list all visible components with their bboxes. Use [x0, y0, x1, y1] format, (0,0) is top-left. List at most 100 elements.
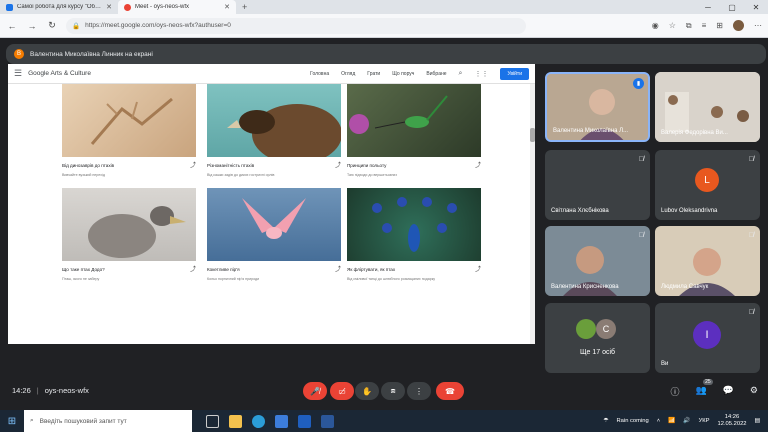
share-icon[interactable]: ⤴: [335, 264, 341, 273]
presentation-banner: В Валентина Миколаївна Линник на екрані: [6, 44, 766, 64]
windows-taskbar: ⊞ ⌕ Введіть пошуковий запит тут ☂ Rain c…: [0, 410, 768, 432]
weather-icon[interactable]: ☂: [603, 418, 608, 424]
share-icon[interactable]: ⤴: [190, 160, 196, 169]
menu-icon[interactable]: ☰: [14, 68, 22, 79]
participant-tile[interactable]: 🎙̸ L Lubov Oleksandrivna: [655, 150, 760, 220]
clock[interactable]: 14:26 12.05.2022: [718, 414, 747, 428]
meeting-info: 14:26 | oys-neos-wfx: [12, 386, 89, 395]
story-card[interactable]: Принципи польоту Таю підходи до вершитьо…: [347, 84, 481, 177]
favorites-bar-icon[interactable]: ≡: [702, 21, 707, 30]
notifications-icon[interactable]: ▤: [755, 418, 760, 424]
task-view-icon[interactable]: [206, 414, 219, 428]
login-button[interactable]: Увійти: [500, 67, 529, 80]
scrollbar-thumb[interactable]: [530, 128, 535, 142]
raise-hand-button[interactable]: ✋: [355, 382, 379, 400]
nav-item[interactable]: Головна: [310, 71, 329, 77]
edge-icon[interactable]: [252, 414, 265, 428]
participant-name: Валентина Миколаївна Л...: [553, 128, 629, 134]
tray-arrow-icon[interactable]: ˄: [657, 418, 660, 424]
taskbar-search[interactable]: ⌕ Введіть пошуковий запит тут: [24, 410, 192, 432]
camera-icon[interactable]: ◉: [652, 21, 659, 30]
participant-name: Lubov Oleksandrivna: [661, 208, 718, 214]
nav-item[interactable]: Що поруч: [392, 71, 414, 77]
back-icon[interactable]: ←: [6, 21, 18, 31]
share-icon[interactable]: ⤴: [335, 160, 341, 169]
maximize-icon[interactable]: ▢: [720, 0, 744, 14]
card-title: Принципи польоту: [347, 163, 387, 168]
participant-name: Ви: [661, 361, 669, 367]
explorer-icon[interactable]: [229, 414, 242, 428]
story-card[interactable]: Що таке птах Додо? Пташ, якого не заберу…: [62, 188, 196, 281]
start-icon[interactable]: ⊞: [0, 416, 24, 427]
profile-avatar[interactable]: [733, 20, 744, 31]
leave-call-button[interactable]: ☎: [436, 382, 464, 400]
tab-title: Meet - oys-neos-wfx: [135, 4, 190, 10]
network-icon[interactable]: 📶: [668, 418, 675, 424]
story-card[interactable]: Від динозаврів до птахів Вивчайте вузьки…: [62, 84, 196, 177]
participant-tile[interactable]: 🎙̸ Людмила Савчук: [655, 226, 760, 296]
close-tab-icon[interactable]: ✕: [106, 3, 112, 11]
store-icon[interactable]: [275, 414, 288, 428]
mic-toggle-button[interactable]: 🎤̸: [303, 382, 327, 400]
volume-icon[interactable]: 🔊: [683, 418, 690, 424]
participant-tile[interactable]: 🎙̸ Валентина Крисненкова: [545, 226, 650, 296]
site-nav: Головна Огляд Грати Що поруч Вибране ⌕ ⋮…: [310, 67, 529, 80]
share-icon[interactable]: ⤴: [475, 160, 481, 169]
forward-icon[interactable]: →: [26, 21, 38, 31]
participant-name: Світлана Хлєбнікова: [551, 208, 609, 214]
share-icon[interactable]: ⤴: [475, 264, 481, 273]
window-controls: ─ ▢ ✕: [696, 0, 768, 14]
language-indicator[interactable]: УКР: [699, 418, 710, 424]
chat-icon[interactable]: 💬: [723, 385, 734, 398]
search-icon[interactable]: ⌕: [459, 70, 463, 78]
card-image-fossil: [62, 84, 196, 157]
card-subtitle: Пташ, якого не заберу: [62, 277, 100, 281]
card-subtitle: Таю підходи до вершитьозних: [347, 173, 398, 177]
tab-meet[interactable]: Meet - oys-neos-wfx ✕: [118, 0, 236, 14]
favorite-icon[interactable]: ☆: [669, 21, 676, 30]
close-tab-icon[interactable]: ✕: [224, 3, 230, 11]
extensions-icon[interactable]: ⧉: [686, 21, 692, 31]
more-participants-tile[interactable]: C Ще 17 осіб: [545, 303, 650, 373]
minimize-icon[interactable]: ─: [696, 0, 720, 14]
participant-avatar: L: [695, 168, 719, 192]
tab-docs[interactable]: Самоі робота для курсу "Об… ✕: [0, 0, 118, 14]
info-icon[interactable]: ⓘ: [670, 385, 679, 398]
close-window-icon[interactable]: ✕: [744, 0, 768, 14]
mic-off-icon: 🎤̸: [310, 386, 320, 396]
story-card[interactable]: Кокетливе пір'я Кольо порничний пір'я пр…: [207, 188, 341, 281]
word-icon[interactable]: [321, 414, 334, 428]
more-options-button[interactable]: ⋮: [407, 382, 431, 400]
people-icon[interactable]: 👥 25: [695, 379, 713, 398]
meeting-code[interactable]: oys-neos-wfx: [45, 386, 89, 395]
nav-item[interactable]: Вибране: [426, 71, 446, 77]
browser-tab-bar: Самоі робота для курсу "Об… ✕ Meet - oys…: [0, 0, 768, 14]
share-icon[interactable]: ⤴: [190, 264, 196, 273]
collections-icon[interactable]: ⊞: [716, 21, 723, 30]
story-card[interactable]: Різноманітність птахів Від кашки задів д…: [207, 84, 341, 177]
participant-tile[interactable]: 🎙̸ Світлана Хлєбнікова: [545, 150, 650, 220]
tab-title: Самоі робота для курсу "Об…: [17, 4, 101, 10]
participant-tile[interactable]: Валерія Федорівна Ви...: [655, 72, 760, 142]
reload-icon[interactable]: ↻: [46, 20, 58, 31]
card-subtitle: Кольо порничний пір'я природи: [207, 277, 260, 281]
vulture-image: [227, 104, 341, 157]
url-field[interactable]: 🔒 https://meet.google.com/oys-neos-wfx?a…: [66, 17, 526, 34]
apps-icon[interactable]: ⋮⋮: [474, 70, 488, 78]
more-icon[interactable]: ⋯: [754, 21, 762, 30]
scrollbar[interactable]: [530, 84, 535, 344]
participant-tile[interactable]: ▮ Валентина Миколаївна Л...: [545, 72, 650, 142]
nav-item[interactable]: Огляд: [341, 71, 355, 77]
weather-text[interactable]: Rain coming: [617, 418, 649, 424]
mail-icon[interactable]: [298, 414, 311, 428]
story-card[interactable]: Як фліртувати, як птах Від сміливої танц…: [347, 188, 481, 281]
nav-item[interactable]: Грати: [367, 71, 380, 77]
card-image-hummingbird: [347, 84, 481, 157]
new-tab-button[interactable]: +: [236, 0, 253, 14]
camera-toggle-button[interactable]: ▭̸: [330, 382, 354, 400]
present-button[interactable]: ⧈: [381, 382, 405, 400]
self-tile[interactable]: 🎙̸ I Ви: [655, 303, 760, 373]
site-brand[interactable]: Google Arts & Culture: [28, 70, 91, 77]
hummingbird-image: [349, 95, 448, 134]
activities-icon[interactable]: ⚙: [750, 385, 758, 398]
